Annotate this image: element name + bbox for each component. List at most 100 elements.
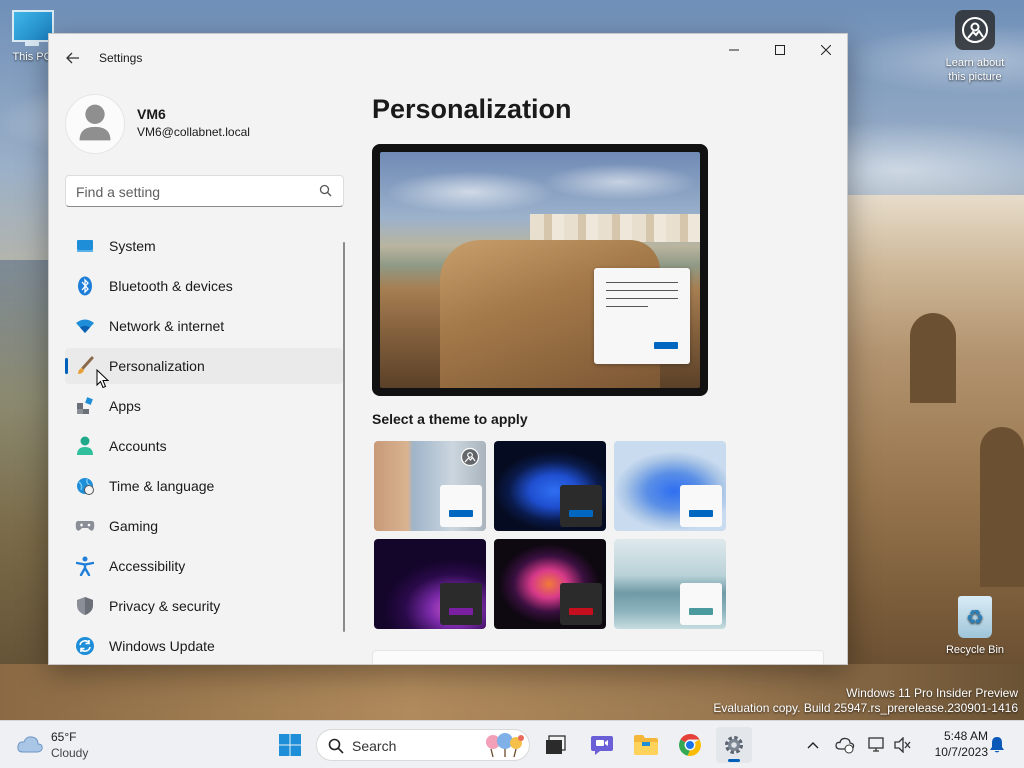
network-tray-button[interactable] bbox=[865, 733, 889, 757]
start-button[interactable] bbox=[272, 727, 308, 763]
weather-widget[interactable]: 65°F Cloudy bbox=[16, 729, 126, 761]
theme-tile-3[interactable] bbox=[614, 441, 726, 531]
theme-tile-1[interactable] bbox=[374, 441, 486, 531]
maximize-icon bbox=[775, 45, 785, 55]
nav-item-system[interactable]: System bbox=[65, 228, 343, 264]
desktop-icon-this-pc[interactable]: This PC bbox=[12, 10, 54, 63]
search-icon bbox=[328, 738, 344, 754]
close-icon bbox=[821, 45, 831, 55]
theme-tile-2[interactable] bbox=[494, 441, 606, 531]
theme-window-chip bbox=[440, 583, 482, 625]
task-view-icon bbox=[546, 735, 566, 754]
nav-item-time-language[interactable]: Time & language bbox=[65, 468, 343, 504]
apps-icon bbox=[75, 396, 95, 416]
close-button[interactable] bbox=[803, 34, 847, 66]
taskbar: 65°F Cloudy Search 5:48 AM 10/7/2023 bbox=[0, 720, 1024, 768]
wallpaper-cliff-left bbox=[0, 260, 48, 720]
back-button[interactable] bbox=[61, 46, 85, 70]
paintbrush-icon bbox=[75, 356, 95, 376]
back-arrow-icon bbox=[66, 52, 79, 64]
show-hidden-icons-button[interactable] bbox=[801, 733, 825, 757]
clock-time: 5:48 AM bbox=[943, 729, 988, 743]
gear-icon bbox=[725, 736, 743, 754]
system-clock[interactable]: 5:48 AM 10/7/2023 bbox=[918, 728, 988, 760]
minimize-icon bbox=[729, 49, 739, 51]
chrome-icon bbox=[679, 734, 701, 756]
person-icon bbox=[75, 436, 95, 456]
cloud-icon bbox=[17, 736, 43, 753]
gamepad-icon bbox=[75, 516, 95, 536]
theme-tile-6[interactable] bbox=[614, 539, 726, 629]
find-setting-input[interactable] bbox=[76, 183, 306, 201]
user-profile[interactable]: VM6 VM6@collabnet.local bbox=[65, 94, 345, 154]
preview-wallpaper bbox=[380, 152, 700, 388]
theme-window-chip bbox=[560, 583, 602, 625]
nav-item-accounts[interactable]: Accounts bbox=[65, 428, 343, 464]
recycle-bin-icon: ♻ bbox=[958, 596, 992, 638]
nav-scrollbar[interactable] bbox=[343, 242, 345, 632]
chrome-button[interactable] bbox=[672, 727, 708, 763]
maximize-button[interactable] bbox=[757, 34, 803, 66]
theme-tile-5[interactable] bbox=[494, 539, 606, 629]
volume-tray-button[interactable] bbox=[890, 733, 914, 757]
page-title: Personalization bbox=[372, 94, 572, 124]
settings-app-button[interactable] bbox=[716, 727, 752, 763]
weather-condition: Cloudy bbox=[51, 746, 89, 760]
nav-item-accessibility[interactable]: Accessibility bbox=[65, 548, 343, 584]
title-bar[interactable]: Settings bbox=[49, 34, 847, 82]
theme-section-label: Select a theme to apply bbox=[372, 411, 528, 427]
desktop-icon-label: This PC bbox=[12, 51, 52, 63]
person-icon bbox=[79, 104, 111, 141]
chevron-up-icon bbox=[807, 742, 819, 749]
volume-muted-icon bbox=[894, 737, 911, 753]
theme-tile-4[interactable] bbox=[374, 539, 486, 629]
update-icon bbox=[75, 636, 95, 656]
chat-icon bbox=[591, 736, 613, 755]
bluetooth-icon bbox=[75, 276, 95, 296]
theme-preview bbox=[372, 144, 708, 396]
evaluation-watermark: Windows 11 Pro Insider Preview Evaluatio… bbox=[713, 686, 1018, 715]
nav-item-windows-update[interactable]: Windows Update bbox=[65, 628, 343, 664]
wifi-icon bbox=[75, 316, 95, 336]
task-view-button[interactable] bbox=[538, 727, 574, 763]
search-icon bbox=[319, 184, 332, 197]
onedrive-tray-button[interactable] bbox=[833, 733, 857, 757]
windows-logo-icon bbox=[279, 734, 301, 756]
preview-window-sample bbox=[594, 268, 690, 364]
theme-window-chip bbox=[680, 485, 722, 527]
next-settings-card[interactable] bbox=[372, 650, 824, 664]
avatar bbox=[65, 94, 125, 154]
bridge-arch bbox=[980, 427, 1024, 587]
globe-clock-icon bbox=[75, 476, 95, 496]
taskbar-search-label: Search bbox=[352, 738, 397, 754]
minimize-button[interactable] bbox=[711, 34, 757, 66]
teams-chat-button[interactable] bbox=[584, 727, 620, 763]
preview-accent-button bbox=[654, 342, 678, 349]
nav-item-apps[interactable]: Apps bbox=[65, 388, 343, 424]
desktop-icon-label: Learn about this picture bbox=[945, 57, 1005, 83]
nav-item-network-internet[interactable]: Network & internet bbox=[65, 308, 343, 344]
taskbar-search[interactable]: Search bbox=[316, 729, 530, 761]
desktop-icon-learn-about-picture[interactable]: Learn about this picture bbox=[936, 10, 1014, 84]
mouse-cursor-icon bbox=[96, 369, 110, 389]
user-email: VM6@collabnet.local bbox=[137, 125, 250, 139]
monitor-icon bbox=[75, 236, 95, 256]
shield-icon bbox=[75, 596, 95, 616]
camera-info-icon bbox=[955, 10, 995, 50]
accessibility-icon bbox=[75, 556, 95, 576]
find-setting-search[interactable] bbox=[65, 175, 344, 207]
notifications-button[interactable] bbox=[985, 733, 1009, 757]
settings-nav: System Bluetooth & devices Network & int… bbox=[65, 228, 343, 664]
weather-temperature: 65°F bbox=[51, 730, 77, 744]
desktop-icon-recycle-bin[interactable]: ♻ Recycle Bin bbox=[940, 596, 1010, 656]
window-title: Settings bbox=[99, 51, 143, 65]
settings-window: Settings VM6 VM6@collabnet.local System … bbox=[48, 33, 848, 665]
theme-window-chip bbox=[680, 583, 722, 625]
file-explorer-button[interactable] bbox=[628, 727, 664, 763]
bridge-arch bbox=[910, 313, 956, 403]
nav-item-bluetooth-devices[interactable]: Bluetooth & devices bbox=[65, 268, 343, 304]
nav-item-privacy-security[interactable]: Privacy & security bbox=[65, 588, 343, 624]
nav-item-gaming[interactable]: Gaming bbox=[65, 508, 343, 544]
cloud-sync-icon bbox=[835, 737, 855, 754]
search-highlight-icon bbox=[486, 733, 524, 758]
